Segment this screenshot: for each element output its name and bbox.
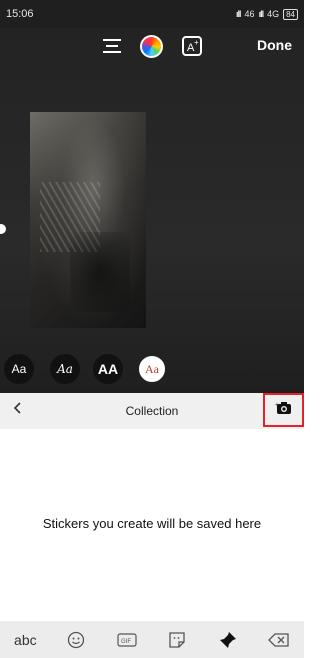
status-time: 15:06 [6,8,34,20]
text-effect-icon[interactable]: A + [180,34,204,58]
editor-toolbar: A + Done [0,28,304,64]
status-bar: 15:06 ıll 46 ıll 4G 84 [0,0,304,28]
font-serif-button[interactable]: Aa [137,354,167,384]
svg-text:+: + [194,38,199,47]
panel-title: Collection [125,404,179,418]
done-button[interactable]: Done [257,37,292,53]
add-sticker-button[interactable]: + [263,393,304,427]
signal-label: 46 [244,9,255,19]
sticker-panel: Collection + Stickers you create will be… [0,393,304,621]
font-italic-button[interactable]: Aa [50,354,80,384]
abc-key[interactable]: abc [8,625,42,655]
back-icon[interactable] [12,401,22,420]
font-style-row: Aa Aa AA Aa [0,354,304,384]
story-photo [30,112,146,328]
align-icon[interactable] [100,34,124,58]
empty-collection-message: Stickers you create will be saved here [42,516,262,531]
battery-icon: 84 [283,8,298,20]
backspace-icon[interactable] [262,625,296,655]
size-slider-handle[interactable] [0,224,6,234]
network-label: 4G [267,9,280,19]
signal-icon-2: ıll [258,9,264,19]
story-editor: A + Done Aa Aa AA Aa [0,28,304,393]
status-icons: ıll 46 ıll 4G 84 [236,8,298,20]
sticker-icon[interactable] [160,625,194,655]
svg-text:+: + [275,402,279,409]
keyboard-toolbar: abc GIF [0,621,304,658]
sticker-panel-header: Collection + [0,393,304,429]
svg-text:GIF: GIF [121,639,131,645]
color-wheel-icon[interactable] [139,34,163,58]
font-strong-button[interactable]: AA [93,354,123,384]
font-classic-button[interactable]: Aa [4,354,34,384]
emoji-icon[interactable] [59,625,93,655]
signal-icon: ıll [236,9,241,19]
gif-icon[interactable]: GIF [110,625,144,655]
add-sticker-camera-icon: + [275,400,293,421]
pin-icon[interactable] [211,625,245,655]
